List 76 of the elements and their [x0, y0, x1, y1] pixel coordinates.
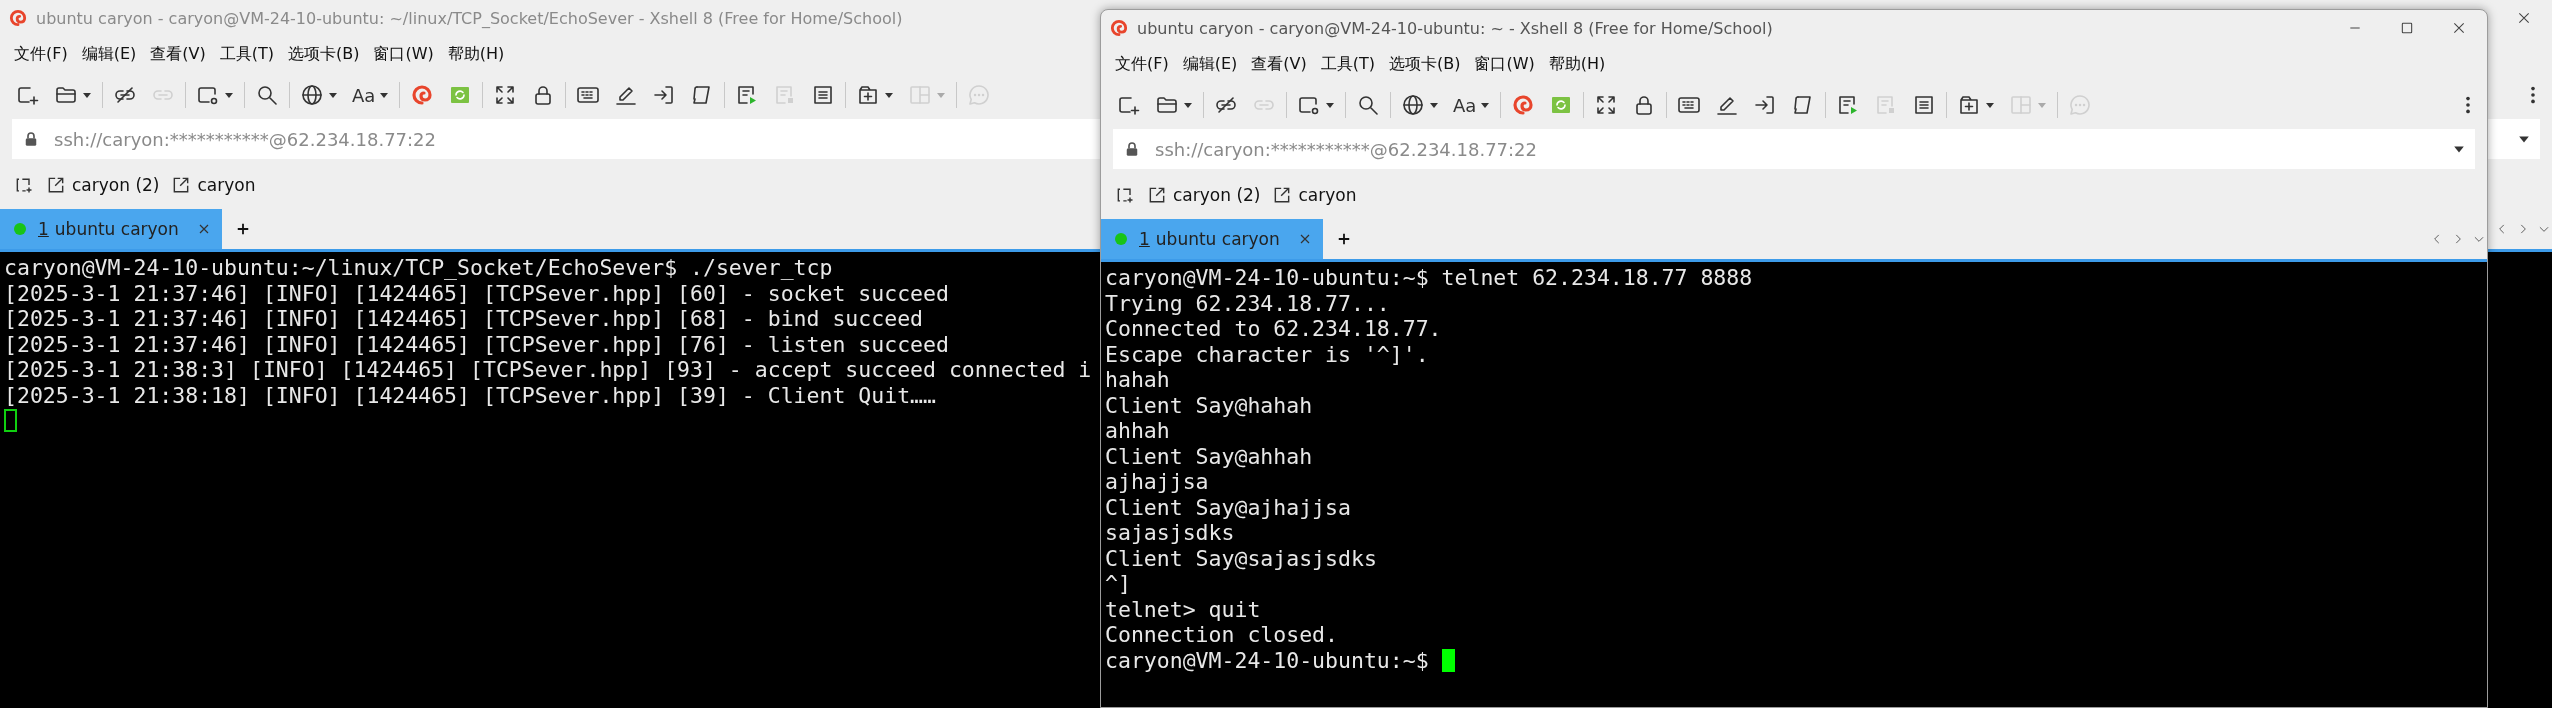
quick-link[interactable]: caryon (2): [1173, 185, 1261, 205]
tab-number: 1: [1139, 229, 1150, 249]
tab-label: ubuntu caryon: [54, 219, 179, 239]
more-icon[interactable]: [2465, 94, 2471, 116]
tab-label: ubuntu caryon: [1155, 229, 1280, 249]
menu-item[interactable]: 选项卡(B): [1389, 53, 1461, 75]
terminal-line: caryon@VM-24-10-ubuntu:~/linux/TCP_Socket/EchoSever$ ./sever_tcp: [4, 255, 833, 281]
search-icon[interactable]: [255, 83, 279, 107]
caret-icon[interactable]: [328, 90, 338, 100]
caret-icon[interactable]: [884, 90, 895, 100]
terminal-line: Connected to 62.234.18.77.: [1105, 316, 1442, 342]
terminal-line: Client Say@ajhajjsa: [1105, 494, 1351, 520]
spiral-icon[interactable]: [410, 83, 435, 107]
tab-number: 1: [38, 219, 49, 239]
font-button[interactable]: Aa: [352, 84, 376, 106]
caret-icon[interactable]: [224, 90, 234, 100]
terminal-line: Client Say@hahah: [1105, 392, 1313, 418]
spiral-logo-icon: [8, 8, 28, 28]
terminal-line: [2025-3-1 21:38:18] [INFO] [1424465] [TCPSever.hpp] [39] - Client Quit……: [4, 382, 936, 408]
globe-icon[interactable]: [1401, 93, 1425, 117]
menu-item[interactable]: 帮助(H): [1548, 53, 1606, 75]
globe-icon[interactable]: [300, 83, 324, 107]
terminal-line: Connection closed.: [1105, 622, 1338, 648]
menu-item[interactable]: 工具(T): [219, 43, 274, 65]
font-button[interactable]: Aa: [1453, 94, 1477, 116]
caret-icon[interactable]: [82, 90, 92, 100]
more-icon[interactable]: [2530, 84, 2536, 106]
menu-item[interactable]: 工具(T): [1320, 53, 1375, 75]
menu-item[interactable]: 编辑(E): [1182, 53, 1238, 75]
external-link-icon[interactable]: [1147, 185, 1167, 205]
terminal-line: sajasjsdks: [1105, 520, 1235, 546]
external-link-icon[interactable]: [46, 175, 66, 195]
spiral-icon[interactable]: [1511, 93, 1536, 117]
terminal-line: hahah: [1105, 367, 1170, 393]
add-quick-icon[interactable]: [14, 175, 34, 195]
window-title: ubuntu caryon - caryon@VM-24-10-ubuntu: ~/linux/TCP_Socket/EchoSever - Xshell 8 (Free for Home/School): [36, 8, 903, 28]
spiral-logo-icon: [1109, 18, 1129, 38]
menu-item[interactable]: 窗口(W): [373, 43, 434, 65]
caret-icon[interactable]: [1183, 100, 1193, 110]
terminal-line: Trying 62.234.18.77...: [1105, 290, 1390, 316]
window-title: ubuntu caryon - caryon@VM-24-10-ubuntu: ~ - Xshell 8 (Free for Home/School): [1137, 18, 1773, 38]
address-field[interactable]: ssh://caryon:***********@62.234.18.77:22: [1113, 129, 2475, 169]
session-tab[interactable]: 1 ubuntu caryon: [1101, 219, 1323, 259]
terminal-line: ajhajjsa: [1105, 469, 1209, 495]
caret-icon[interactable]: [1325, 100, 1335, 110]
terminal-line: [2025-3-1 21:37:46] [INFO] [1424465] [TCPSever.hpp] [76] - listen succeed: [4, 331, 949, 357]
terminal-line: ahhah: [1105, 418, 1170, 444]
caret-icon[interactable]: [379, 90, 390, 100]
menu-item[interactable]: 文件(F): [1115, 53, 1169, 75]
menu-item[interactable]: 文件(F): [14, 43, 68, 65]
terminal-line: [2025-3-1 21:37:46] [INFO] [1424465] [TCPSever.hpp] [60] - socket succeed: [4, 280, 949, 306]
terminal-line: caryon@VM-24-10-ubuntu:~$ telnet 62.234.18.77 8888: [1105, 265, 1753, 291]
terminal-line: [2025-3-1 21:38:3] [INFO] [1424465] [TCPSever.hpp] [93] - accept succeed connected i: [4, 357, 1092, 383]
quick-link[interactable]: caryon: [1298, 185, 1357, 205]
menu-item[interactable]: 选项卡(B): [288, 43, 360, 65]
quick-link[interactable]: caryon (2): [72, 175, 160, 195]
terminal-line: caryon@VM-24-10-ubuntu:~$: [1105, 647, 1429, 673]
quick-link[interactable]: caryon: [197, 175, 256, 195]
menu-item[interactable]: 查看(V): [1251, 53, 1307, 75]
caret-icon[interactable]: [1480, 100, 1491, 110]
add-quick-icon[interactable]: [1115, 185, 1135, 205]
menu-item[interactable]: 查看(V): [150, 43, 206, 65]
terminal-line: Escape character is '^]'.: [1105, 341, 1429, 367]
terminal[interactable]: [1101, 262, 2487, 707]
terminal-line: Client Say@ahhah: [1105, 443, 1313, 469]
terminal-line: [2025-3-1 21:37:46] [INFO] [1424465] [TCPSever.hpp] [68] - bind succeed: [4, 306, 924, 332]
menu-item[interactable]: 编辑(E): [81, 43, 137, 65]
menu-item[interactable]: 帮助(H): [447, 43, 505, 65]
search-icon[interactable]: [1356, 93, 1380, 117]
menu-item[interactable]: 窗口(W): [1474, 53, 1535, 75]
terminal-line: ^]: [1105, 571, 1131, 597]
caret-icon[interactable]: [1429, 100, 1439, 110]
caret-icon[interactable]: [1985, 100, 1996, 110]
session-tab[interactable]: 1 ubuntu caryon: [0, 209, 222, 249]
terminal-line: Client Say@sajasjsdks: [1105, 545, 1377, 571]
terminal-line: telnet> quit: [1105, 596, 1261, 622]
